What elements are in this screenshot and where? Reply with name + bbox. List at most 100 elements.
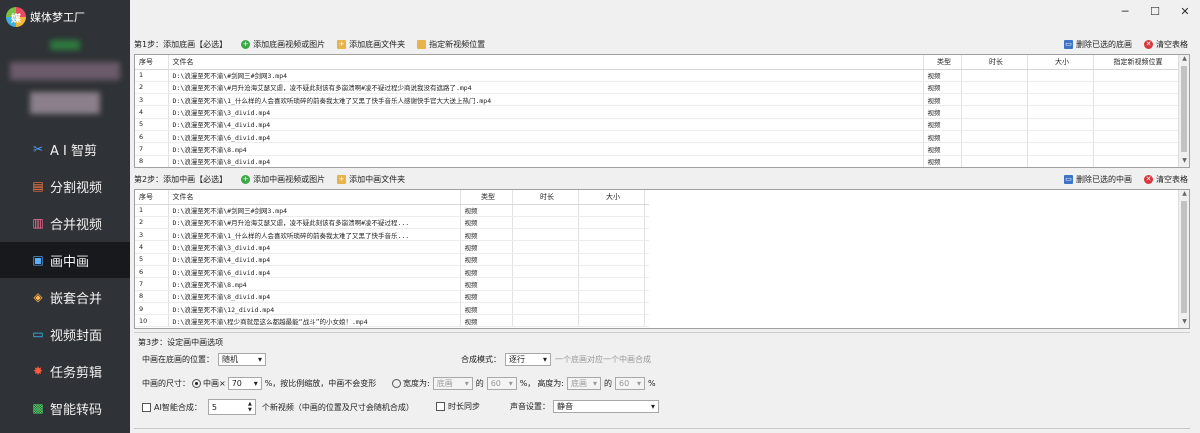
scroll-up-icon[interactable]: ▲ [1179,190,1189,200]
column-header[interactable]: 大小 [578,190,645,205]
close-button[interactable]: ✕ [1170,0,1200,22]
sidebar-item[interactable]: ▤ 分割视频 [0,168,130,204]
duration-sync-label: 时长同步 [448,402,480,411]
table-row[interactable]: 5 D:\浪漫至死不渝\4_divid.mp4 视频 [135,253,649,266]
column-header[interactable]: 文件名 [168,190,461,205]
table-row[interactable]: 5 D:\浪漫至死不渝\4_divid.mp4 视频 [135,118,1184,131]
sidebar-item[interactable]: ▣ 画中画 [0,242,130,278]
clear-base-table-button[interactable]: ✕ 清空表格 [1144,39,1188,50]
table-row[interactable]: 2 D:\浪漫至死不渝\#月升沧海艾瑟又虐，凌不疑此刻该有多崩溃啊#凌不疑过程少商… [135,81,1184,95]
sidebar-item[interactable]: ✂ A I 智剪 [0,131,130,167]
table-cell: 视频 [923,69,962,82]
sidebar-item-label: 合并视频 [50,217,103,233]
nest-merge-icon: ◈ [33,290,43,304]
column-header[interactable]: 序号 [135,190,169,205]
delete-selected-overlay-button[interactable]: ▭ 删除已选的中画 [1064,174,1132,185]
table-cell [1093,130,1180,144]
table-row[interactable]: 4 D:\浪漫至死不渝\3_divid.mp4 视频 [135,240,649,254]
clear-overlay-table-button[interactable]: ✕ 清空表格 [1144,174,1188,185]
chevron-down-icon: ▾ [508,379,513,388]
sidebar-item[interactable]: ▥ 合并视频 [0,205,130,241]
set-output-location-button[interactable]: 指定新视频位置 [417,39,485,50]
scale-suffix: %，按比例缩放，中画不会变形 [264,379,377,388]
sidebar-item[interactable]: ▭ 视频封面 [0,316,130,352]
ai-compose-checkbox[interactable] [142,402,151,412]
table-row[interactable]: 3 D:\浪漫至死不渝\1_什么样的人会喜欢听琐碎的前奏我太难了又黑了快手音乐..… [135,228,649,242]
table-row[interactable]: 8 D:\浪漫至死不渝\8_divid.mp4 视频 [135,155,1184,167]
table-cell [578,204,645,217]
width-percent-select[interactable]: 60 ▾ [486,377,517,390]
table-row[interactable]: 4 D:\浪漫至死不渝\3_divid.mp4 视频 [135,105,1184,119]
compose-mode-select[interactable]: 逐行 ▾ [505,353,551,366]
ai-count-stepper[interactable]: 5 ▲ ▼ [207,399,256,415]
duration-sync-checkbox[interactable] [436,402,445,411]
position-select[interactable]: 随机 ▾ [218,353,266,366]
table-row[interactable]: 3 D:\浪漫至死不渝\1_什么样的人会喜欢听琐碎的前奏我太难了又黑了快手音乐人感… [135,93,1184,107]
add-base-video-button[interactable]: + 添加底画视频或图片 [241,39,325,50]
table-cell: 视频 [923,93,962,107]
table-cell [512,216,579,230]
table-row[interactable]: 1 D:\浪漫至死不渝\#剑网三#剑网3.mp4 视频 [135,69,1184,82]
scroll-down-icon[interactable]: ▼ [1179,157,1189,167]
scale-radio[interactable] [192,379,201,388]
column-header[interactable]: 大小 [1027,55,1094,70]
add-base-folder-button[interactable]: + 添加底画文件夹 [337,39,405,50]
scroll-up-icon[interactable]: ▲ [1179,55,1189,65]
column-header[interactable]: 时长 [512,190,579,205]
scroll-thumb[interactable] [1181,66,1187,152]
column-header[interactable]: 类型 [460,190,513,205]
step2-toolbar: 第2步：添加中画【必选】 + 添加中画视频或图片 + 添加中画文件夹 ▭ 删除已选的中… [134,171,1188,187]
table-cell [578,253,645,266]
step3-title: 第3步：设定画中画选项 [138,338,224,347]
column-header[interactable]: 文件名 [168,55,924,70]
sidebar-item[interactable]: ◈ 嵌套合并 [0,279,130,315]
column-header[interactable]: 类型 [923,55,962,70]
add-overlay-video-button[interactable]: + 添加中画视频或图片 [241,174,325,185]
scale-option-label: 中画× [203,379,226,388]
column-header[interactable]: 指定新视频位置 [1093,55,1180,70]
ai-compose-label: AI智能合成： [154,402,202,412]
table-row[interactable]: 6 D:\浪漫至死不渝\6_divid.mp4 视频 [135,130,1184,144]
delete-selected-base-button[interactable]: ▭ 删除已选的底画 [1064,39,1132,50]
add-overlay-folder-button[interactable]: + 添加中画文件夹 [337,174,405,185]
table-row[interactable]: 6 D:\浪漫至死不渝\6_divid.mp4 视频 [135,265,649,279]
height-base-select[interactable]: 底画 ▾ [567,377,602,390]
audio-select[interactable]: 静音 ▾ [553,400,659,413]
table-cell [578,228,645,242]
table-row[interactable]: 8 D:\浪漫至死不渝\8_divid.mp4 视频 [135,290,649,303]
table-cell-filler [644,253,649,266]
table-cell [961,118,1028,131]
scroll-down-icon[interactable]: ▼ [1179,318,1189,328]
table-row[interactable]: 7 D:\浪漫至死不渝\8.mp4 视频 [135,142,1184,156]
table-row[interactable]: 2 D:\浪漫至死不渝\#月升沧海艾瑟又虐，凌不疑此刻该有多崩溃啊#凌不疑过程..… [135,216,649,230]
table-cell-filler [644,314,649,328]
table-cell [1027,130,1094,144]
scroll-thumb[interactable] [1181,201,1187,313]
table-cell: 视频 [460,253,513,266]
chevron-down-icon: ▾ [593,379,598,388]
table-row[interactable]: 1 D:\浪漫至死不渝\#剑网三#剑网3.mp4 视频 [135,204,649,217]
table-cell-filler [644,302,649,316]
app-header: 媒 媒体梦工厂 [6,4,85,30]
column-header[interactable]: 序号 [135,55,169,70]
maximize-button[interactable]: ☐ [1140,0,1170,22]
width-base-select[interactable]: 底画 ▾ [432,377,473,390]
overlay-table-scrollbar[interactable]: ▲ ▼ [1178,190,1189,328]
base-video-table[interactable]: 序号 文件名 类型 时长 大小 指定新视频位置 1 D:\浪漫至死不渝\#剑网三#剑网3.m… [134,54,1190,168]
scale-select[interactable]: 70 ▾ [227,377,262,390]
table-row[interactable]: 9 D:\浪漫至死不渝\12_divid.mp4 视频 [135,302,649,316]
sidebar-item[interactable]: ✸ 任务剪辑 [0,353,130,389]
column-header[interactable]: 时长 [961,55,1028,70]
table-row[interactable]: 7 D:\浪漫至死不渝\8.mp4 视频 [135,277,649,291]
sidebar-item[interactable]: ▩ 智能转码 [0,390,130,426]
overlay-video-table[interactable]: 序号 文件名 类型 时长 大小 1 D:\浪漫至死不渝\#剑网三#剑网3.mp4 视频 2 D:… [134,189,1190,329]
minimize-button[interactable]: ─ [1110,0,1140,22]
height-percent-select[interactable]: 60 ▾ [615,377,646,390]
stepper-arrows-icon[interactable]: ▲ ▼ [248,401,252,413]
base-table-scrollbar[interactable]: ▲ ▼ [1178,55,1189,167]
table-cell: D:\浪漫至死不渝\#剑网三#剑网3.mp4 [168,69,924,82]
custom-size-radio[interactable] [392,379,401,388]
table-cell-filler [644,290,649,303]
table-row[interactable]: 10 D:\浪漫至死不渝\程少商就是这么都越最能“战斗”的小女娘！.mp4 视频 [135,314,649,328]
delete-icon: ▭ [1064,39,1073,49]
